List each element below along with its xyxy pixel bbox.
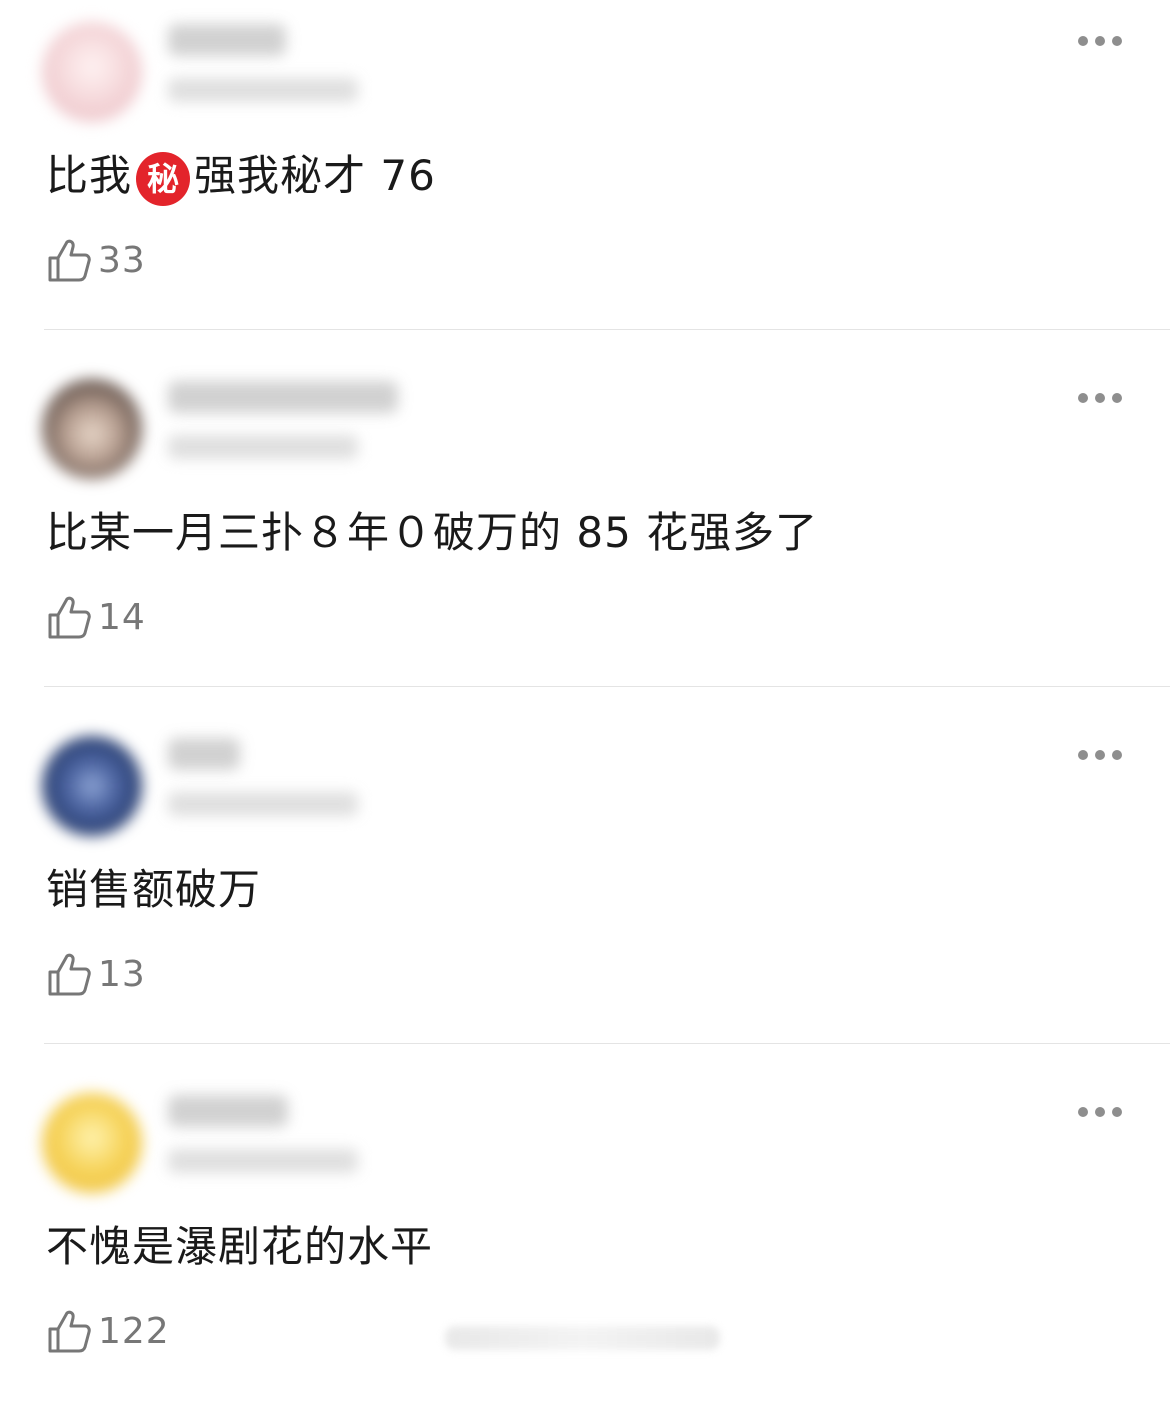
divider (44, 1042, 1170, 1044)
more-options-icon[interactable] (1078, 393, 1122, 403)
avatar[interactable] (42, 736, 142, 836)
divider (44, 328, 1170, 330)
comment-text: 比我秘强我秘才 76 (46, 150, 436, 206)
more-options-icon[interactable] (1078, 36, 1122, 46)
thumbs-up-icon (48, 239, 91, 282)
like-button[interactable]: 33 (46, 236, 146, 284)
like-count: 33 (98, 239, 146, 281)
like-button[interactable]: 14 (46, 593, 146, 641)
like-button[interactable]: 122 (46, 1307, 170, 1355)
username-blurred[interactable] (168, 1095, 288, 1127)
thumbs-up-icon (48, 596, 91, 639)
username-blurred[interactable] (168, 738, 240, 770)
like-count: 122 (98, 1310, 170, 1352)
comment-meta-blurred (168, 1149, 358, 1173)
like-button[interactable]: 13 (46, 950, 146, 998)
comment-item: 比我秘强我秘才 76 33 (0, 0, 1170, 357)
like-count: 14 (98, 596, 146, 638)
avatar[interactable] (42, 379, 142, 479)
username-blurred[interactable] (168, 381, 398, 413)
avatar[interactable] (42, 22, 142, 122)
comment-meta-blurred (168, 435, 358, 459)
comment-item: 比某一月三扑８年０破万的 85 花强多了 14 (0, 357, 1170, 714)
comment-item: 销售额破万 13 (0, 714, 1170, 1071)
comment-meta-blurred (168, 78, 358, 102)
blurred-footer-element (445, 1326, 720, 1350)
comment-item: 不愧是瀑剧花的水平 122 (0, 1071, 1170, 1428)
comment-text: 比某一月三扑８年０破万的 85 花强多了 (46, 508, 819, 557)
more-options-icon[interactable] (1078, 750, 1122, 760)
thumbs-up-icon (48, 953, 91, 996)
username-blurred[interactable] (168, 24, 286, 56)
secret-badge: 秘 (136, 151, 191, 206)
thumbs-up-icon (48, 1310, 91, 1353)
more-options-icon[interactable] (1078, 1107, 1122, 1117)
like-count: 13 (98, 953, 146, 995)
comment-text: 不愧是瀑剧花的水平 (46, 1222, 434, 1271)
comment-text-part: 比我 (46, 151, 133, 200)
comment-text: 销售额破万 (46, 865, 262, 914)
divider (44, 685, 1170, 687)
avatar[interactable] (42, 1093, 142, 1193)
comment-meta-blurred (168, 792, 358, 816)
comment-text-part: 强我秘才 76 (194, 151, 436, 200)
